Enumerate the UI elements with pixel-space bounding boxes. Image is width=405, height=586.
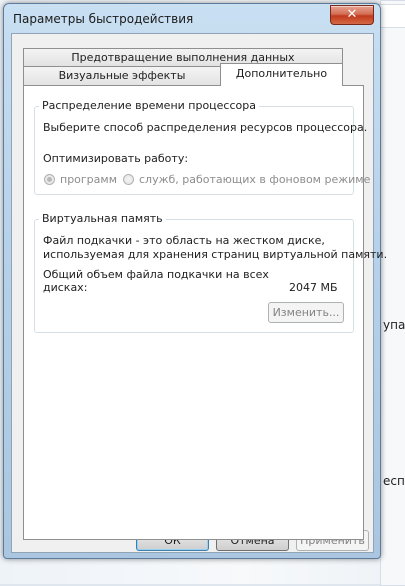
radio-background-services[interactable]: [123, 174, 134, 185]
radio-programs-label: программ: [60, 173, 118, 186]
group-title: Распределение времени процессора: [39, 99, 259, 112]
tab-panel-advanced: Распределение времени процессора Выберит…: [23, 85, 387, 540]
radio-programs[interactable]: [44, 174, 55, 185]
processor-scheduling-group: Распределение времени процессора Выберит…: [34, 99, 370, 195]
close-icon: ✕: [346, 7, 358, 22]
tab-visual-effects[interactable]: Визуальные эффекты: [23, 66, 221, 85]
radio-background-services-label: служб, работающих в фоновом режиме: [139, 173, 371, 186]
vm-description-line2: используемая для хранения страниц виртуа…: [43, 248, 388, 261]
vm-description-line1: Файл подкачки - это область на жестком д…: [43, 234, 325, 247]
optimize-label: Оптимизировать работу:: [43, 152, 189, 165]
background-text-fragment: упа: [383, 318, 405, 332]
background-text-fragment: есп: [383, 474, 405, 488]
close-button[interactable]: ✕: [330, 5, 374, 25]
tab-advanced[interactable]: Дополнительно: [220, 63, 343, 86]
change-button[interactable]: Изменить...: [268, 302, 344, 323]
vm-total-label-line1: Общий объем файла подкачки на всех: [43, 268, 269, 281]
vm-total-value: 2047 МБ: [289, 281, 338, 294]
processor-description: Выберите способ распределения ресурсов п…: [43, 121, 368, 134]
title-bar[interactable]: Параметры быстродействия ✕: [4, 4, 380, 32]
group-title: Виртуальная память: [39, 212, 166, 225]
dialog-title: Параметры быстродействия: [13, 12, 194, 26]
vm-total-label-line2: дисках:: [43, 281, 88, 294]
performance-options-dialog: Параметры быстродействия ✕ Предотвращени…: [3, 3, 387, 559]
background-panel: [380, 0, 405, 586]
dialog-client-area: Предотвращение выполнения данных Визуаль…: [11, 33, 387, 553]
virtual-memory-group: Виртуальная память Файл подкачки - это о…: [34, 212, 387, 333]
